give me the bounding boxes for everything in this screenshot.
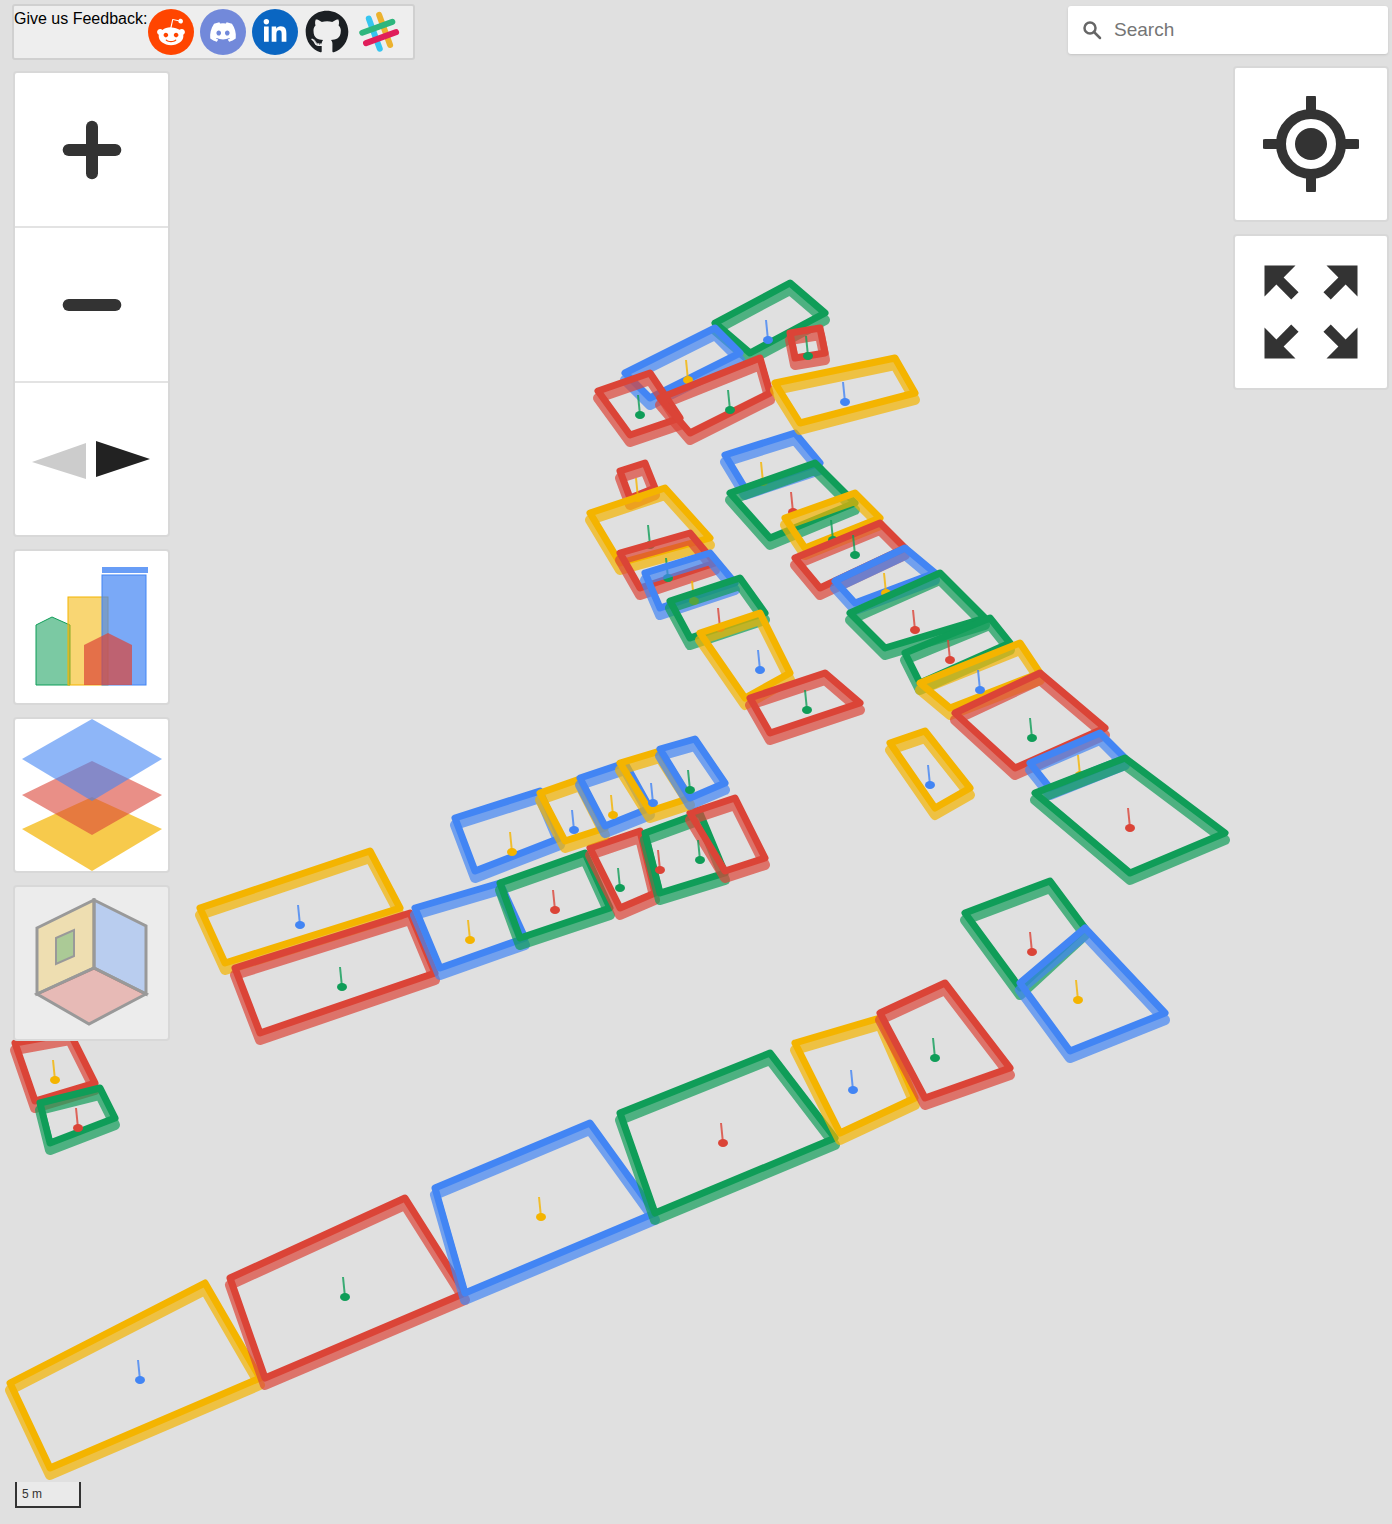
room-pin-icon[interactable] — [608, 795, 618, 819]
room-pin-icon[interactable] — [615, 868, 625, 892]
room[interactable] — [890, 731, 970, 815]
room[interactable] — [230, 1198, 465, 1385]
room-pin-icon[interactable] — [848, 1070, 858, 1094]
room-pin-icon[interactable] — [569, 810, 579, 834]
minus-icon — [52, 265, 132, 345]
room[interactable] — [790, 328, 825, 365]
room-pin-icon[interactable] — [1027, 718, 1037, 742]
room-pin-icon[interactable] — [73, 1108, 83, 1132]
zoom-in-button[interactable] — [15, 73, 168, 228]
fullscreen-button[interactable] — [1233, 234, 1389, 390]
locate-icon — [1263, 96, 1359, 192]
room-pin-icon[interactable] — [536, 1197, 546, 1221]
room-pin-icon[interactable] — [465, 920, 475, 944]
right-controls — [1233, 66, 1389, 390]
feedback-links — [147, 6, 402, 55]
room-pin-icon[interactable] — [803, 336, 813, 360]
room-pin-icon[interactable] — [695, 840, 705, 864]
room[interactable] — [795, 1018, 915, 1140]
room-pin-icon[interactable] — [685, 770, 695, 794]
buildings-button[interactable] — [13, 549, 170, 705]
github-icon[interactable] — [304, 9, 350, 55]
search-icon — [1082, 20, 1102, 40]
room[interactable] — [880, 983, 1010, 1105]
room-pin-icon[interactable] — [945, 640, 955, 664]
room-pin-icon[interactable] — [910, 610, 920, 634]
room-pin-icon[interactable] — [50, 1060, 60, 1084]
room-pin-icon[interactable] — [718, 1123, 728, 1147]
room[interactable] — [620, 1053, 835, 1220]
room-pin-icon[interactable] — [135, 1360, 145, 1384]
room-pin-icon[interactable] — [683, 360, 693, 384]
plus-icon — [52, 110, 132, 190]
room-pin-icon[interactable] — [840, 382, 850, 406]
room[interactable] — [850, 573, 985, 655]
room[interactable] — [1020, 928, 1165, 1058]
room[interactable] — [435, 1123, 655, 1300]
room[interactable] — [750, 673, 860, 740]
room-pin-icon[interactable] — [802, 690, 812, 714]
room[interactable] — [690, 798, 765, 878]
compass-icon — [32, 437, 152, 481]
room[interactable] — [40, 1088, 115, 1150]
room-pin-icon[interactable] — [655, 850, 665, 874]
cube-3d-icon[interactable] — [34, 898, 149, 1028]
linkedin-icon[interactable] — [252, 9, 298, 55]
view3d-button[interactable] — [13, 885, 170, 1041]
room[interactable] — [660, 739, 725, 805]
room-pin-icon[interactable] — [925, 765, 935, 789]
slack-icon[interactable] — [356, 9, 402, 55]
room-pin-icon[interactable] — [337, 967, 347, 991]
indoor-map[interactable] — [0, 0, 1392, 1524]
room-pin-icon[interactable] — [1125, 808, 1135, 832]
map-page: Give us Feedback: 5 m — [0, 0, 1392, 1524]
room-pin-icon[interactable] — [755, 650, 765, 674]
fullscreen-icon — [1249, 250, 1373, 374]
room-pin-icon[interactable] — [850, 535, 860, 559]
feedback-bar: Give us Feedback: — [12, 4, 415, 60]
room[interactable] — [10, 1283, 260, 1475]
reddit-icon[interactable] — [148, 9, 194, 55]
search-box[interactable] — [1068, 6, 1388, 54]
feedback-label: Give us Feedback: — [14, 6, 147, 29]
search-input[interactable] — [1114, 16, 1374, 45]
navigation-group — [13, 71, 170, 537]
room-pin-icon[interactable] — [1027, 932, 1037, 956]
room-pin-icon[interactable] — [930, 1038, 940, 1062]
levels-button[interactable] — [13, 717, 170, 873]
locate-button[interactable] — [1233, 66, 1389, 222]
room-pin-icon[interactable] — [648, 783, 658, 807]
discord-icon[interactable] — [200, 9, 246, 55]
compass-button[interactable] — [15, 383, 168, 535]
zoom-out-button[interactable] — [15, 228, 168, 383]
room-pin-icon[interactable] — [1073, 980, 1083, 1004]
room-pin-icon[interactable] — [295, 905, 305, 929]
room-pin-icon[interactable] — [550, 890, 560, 914]
room-pin-icon[interactable] — [635, 395, 645, 419]
room-pin-icon[interactable] — [725, 390, 735, 414]
scale-label: 5 m — [22, 1487, 42, 1501]
scale-bar: 5 m — [15, 1482, 81, 1508]
room[interactable] — [660, 358, 770, 440]
room-pin-icon[interactable] — [507, 832, 517, 856]
room-pin-icon[interactable] — [975, 670, 985, 694]
room[interactable] — [235, 913, 435, 1040]
room-pin-icon[interactable] — [340, 1277, 350, 1301]
room-pin-icon[interactable] — [763, 320, 773, 344]
levels-icon[interactable] — [21, 717, 163, 873]
map-controls — [13, 71, 170, 1041]
room[interactable] — [1035, 758, 1225, 880]
buildings-icon[interactable] — [32, 565, 152, 690]
